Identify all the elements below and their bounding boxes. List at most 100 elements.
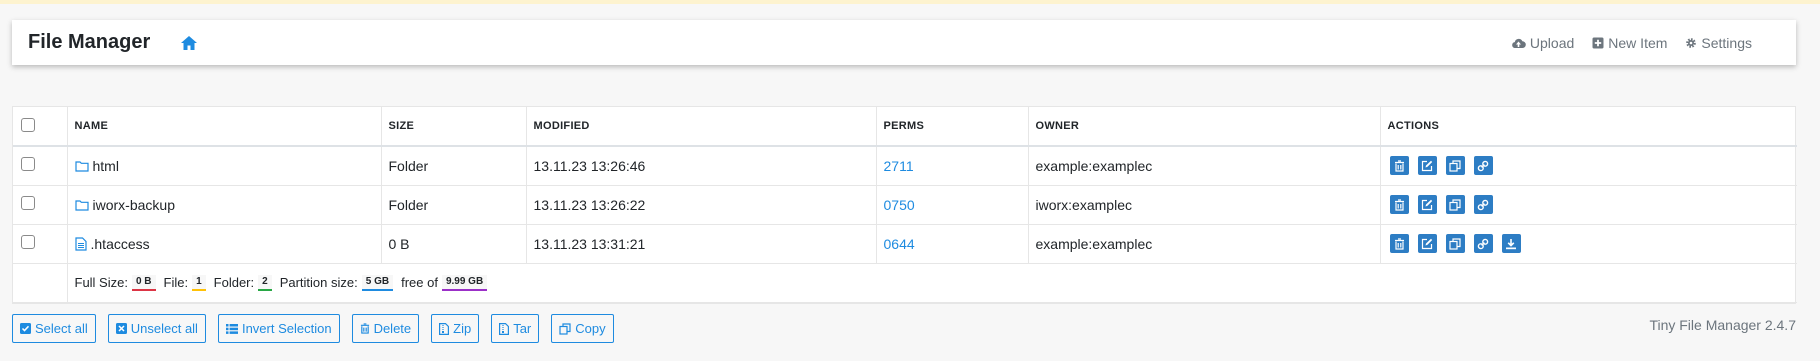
file-text-icon — [74, 236, 87, 251]
column-header-perms[interactable]: PERMS — [876, 107, 1029, 147]
select-all-label: Select all — [35, 321, 88, 336]
perms-link[interactable]: 0644 — [884, 236, 915, 252]
column-header-owner[interactable]: OWNER — [1028, 107, 1381, 147]
zip-label: Zip — [453, 321, 472, 336]
full-size-badge: 0 B — [131, 274, 156, 291]
notice-banner — [0, 0, 1820, 4]
trash-icon — [1394, 160, 1404, 172]
copy-selected-button[interactable]: Copy — [551, 314, 614, 343]
trash-icon — [1394, 237, 1404, 250]
version-label: Tiny File Manager 2.4.7 — [1649, 317, 1796, 333]
upload-link[interactable]: Upload — [1511, 35, 1574, 51]
file-modified: 13.11.23 13:26:22 — [526, 185, 877, 225]
column-header-actions: ACTIONS — [1380, 107, 1797, 147]
row-checkbox[interactable] — [21, 235, 35, 249]
file-name: .htaccess — [90, 235, 150, 252]
file-table-container: NAME SIZE MODIFIED PERMS OWNER ACTIONS h… — [12, 106, 1797, 304]
row-checkbox[interactable] — [21, 196, 35, 210]
trash-icon — [360, 323, 369, 334]
unselect-all-button[interactable]: Unselect all — [107, 314, 206, 343]
file-archive-icon — [439, 322, 450, 335]
file-size: Folder — [381, 185, 527, 225]
select-all-button[interactable]: Select all — [12, 314, 96, 343]
file-name: html — [92, 157, 119, 174]
unselect-all-label: Unselect all — [130, 321, 198, 336]
column-header-name[interactable]: NAME — [67, 107, 382, 147]
app-title: File Manager — [28, 31, 151, 53]
upload-label: Upload — [1529, 34, 1575, 51]
trash-icon — [1394, 198, 1404, 211]
tar-label: Tar — [513, 321, 532, 336]
rename-button[interactable] — [1417, 156, 1437, 176]
perms-link[interactable]: 2711 — [884, 158, 914, 174]
partition-label: Partition size: — [279, 275, 358, 290]
file-owner: example:examplec — [1028, 146, 1381, 186]
delete-label: Delete — [373, 321, 412, 336]
full-size-label: Full Size: — [74, 275, 128, 290]
plus-square-icon — [1592, 37, 1604, 48]
table-row: iworx-backup Folder 13.11.23 13:26:22 07… — [13, 185, 1797, 225]
home-icon[interactable] — [180, 35, 198, 51]
edit-icon — [1421, 199, 1433, 210]
partition-size-badge: 5 GB — [361, 274, 394, 291]
copy-to-button[interactable] — [1445, 234, 1465, 253]
delete-button[interactable] — [1389, 234, 1409, 253]
rename-button[interactable] — [1417, 234, 1437, 253]
rename-button[interactable] — [1417, 195, 1437, 214]
new-item-label: New Item — [1608, 34, 1668, 51]
column-header-size[interactable]: SIZE — [381, 107, 527, 147]
settings-link[interactable]: Settings — [1685, 35, 1752, 51]
copy-to-button[interactable] — [1445, 156, 1465, 176]
row-actions — [1389, 195, 1791, 214]
check-square-icon — [20, 323, 31, 334]
row-checkbox[interactable] — [21, 157, 35, 172]
link-icon — [1477, 160, 1489, 172]
file-size: 0 B — [381, 224, 527, 264]
direct-link-button[interactable] — [1473, 234, 1493, 253]
file-name-link[interactable]: .htaccess — [74, 235, 374, 252]
bulk-actions-bar: Select all Unselect all Invert Selection… — [12, 314, 614, 343]
table-row: .htaccess 0 B 13.11.23 13:31:21 0644 exa… — [13, 224, 1797, 264]
file-count-badge: 1 — [192, 274, 206, 291]
file-name: iworx-backup — [92, 196, 175, 213]
file-owner: iworx:examplec — [1028, 185, 1381, 225]
delete-button[interactable] — [1389, 156, 1409, 176]
invert-selection-label: Invert Selection — [241, 321, 332, 336]
file-name-link[interactable]: html — [74, 157, 374, 174]
gear-icon — [1686, 37, 1697, 48]
direct-link-button[interactable] — [1473, 156, 1493, 176]
direct-link-button[interactable] — [1473, 195, 1493, 214]
table-row: html Folder 13.11.23 13:26:46 2711 examp… — [13, 146, 1797, 186]
file-name-link[interactable]: iworx-backup — [74, 196, 374, 213]
copy-icon — [1449, 237, 1461, 250]
select-all-checkbox[interactable] — [21, 117, 35, 132]
copy-to-button[interactable] — [1445, 195, 1465, 214]
copy-icon — [1449, 160, 1461, 172]
download-icon — [1506, 238, 1516, 249]
file-count-label: File: — [163, 275, 189, 290]
delete-button[interactable] — [1389, 195, 1409, 214]
table-header-row: NAME SIZE MODIFIED PERMS OWNER ACTIONS — [13, 107, 1797, 147]
tar-button[interactable]: Tar — [491, 314, 540, 343]
column-header-modified[interactable]: MODIFIED — [526, 107, 877, 147]
settings-label: Settings — [1701, 34, 1752, 51]
copy-label: Copy — [575, 321, 606, 336]
cloud-upload-icon — [1512, 38, 1526, 48]
edit-icon — [1421, 238, 1433, 249]
zip-button[interactable]: Zip — [431, 314, 480, 343]
invert-selection-button[interactable]: Invert Selection — [217, 314, 340, 343]
file-table: NAME SIZE MODIFIED PERMS OWNER ACTIONS h… — [13, 107, 1797, 303]
link-icon — [1477, 199, 1489, 210]
download-button[interactable] — [1501, 234, 1521, 253]
row-actions — [1389, 234, 1791, 253]
size-summary: Full Size: 0 B File: 1 Folder: 2 Partiti… — [74, 274, 1791, 291]
perms-link[interactable]: 0750 — [884, 197, 915, 213]
folder-count-label: Folder: — [213, 275, 255, 290]
select-all-header — [13, 107, 68, 147]
list-icon — [225, 323, 238, 334]
copy-icon — [559, 322, 571, 335]
new-item-link[interactable]: New Item — [1592, 35, 1667, 51]
file-archive-icon — [499, 322, 510, 335]
row-actions — [1389, 156, 1791, 176]
delete-selected-button[interactable]: Delete — [351, 314, 420, 343]
